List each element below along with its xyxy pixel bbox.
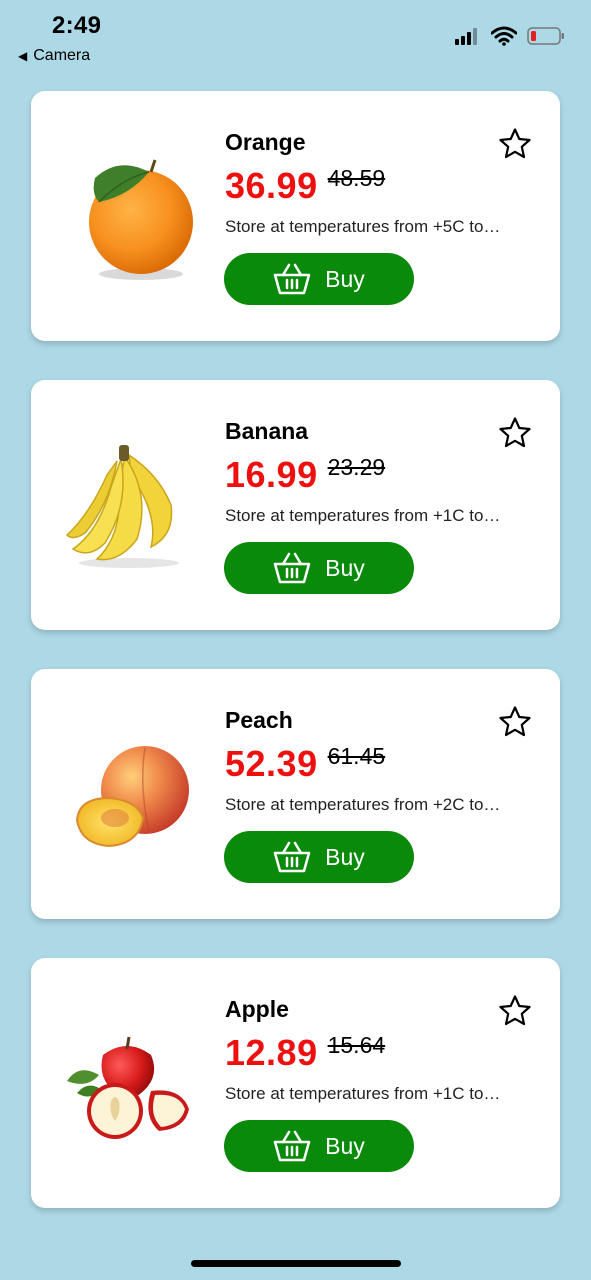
orange-image — [89, 159, 193, 280]
product-name: Orange — [225, 129, 306, 155]
buy-label: Buy — [325, 843, 365, 870]
apple-image — [67, 1036, 189, 1139]
product-old-price: 61.45 — [327, 743, 386, 769]
status-icons — [455, 26, 565, 46]
back-to-camera-link[interactable]: ◀ Camera — [18, 47, 90, 65]
price-row: 52.39 61.45 — [225, 743, 385, 785]
basket-icon — [273, 263, 311, 295]
product-price: 16.99 — [225, 454, 318, 495]
product-price: 12.89 — [225, 1032, 318, 1073]
product-old-price: 48.59 — [327, 165, 386, 191]
favorite-star-icon[interactable] — [498, 127, 532, 161]
product-name: Apple — [225, 996, 289, 1022]
back-label: Camera — [33, 47, 91, 64]
product-name: Banana — [225, 418, 309, 444]
product-list: Orange 36.99 48.59 Store at temperatures… — [31, 91, 560, 1247]
product-card[interactable]: Apple 12.89 15.64 Store at temperatures … — [31, 958, 560, 1208]
basket-icon — [273, 1130, 311, 1162]
product-description: Store at temperatures from +1C to… — [225, 1084, 501, 1103]
home-indicator[interactable] — [191, 1260, 401, 1267]
buy-button[interactable]: Buy — [224, 542, 414, 594]
product-description: Store at temperatures from +1C to… — [225, 506, 501, 525]
favorite-star-icon[interactable] — [498, 416, 532, 450]
basket-icon — [273, 552, 311, 584]
buy-label: Buy — [325, 1132, 365, 1159]
product-old-price: 15.64 — [327, 1032, 386, 1058]
product-price: 52.39 — [225, 743, 318, 784]
product-description: Store at temperatures from +2C to… — [225, 795, 501, 814]
product-description: Store at temperatures from +5C to… — [225, 217, 501, 236]
buy-button[interactable]: Buy — [224, 831, 414, 883]
wifi-icon — [491, 26, 517, 46]
buy-button[interactable]: Buy — [224, 253, 414, 305]
back-arrow-icon: ◀ — [18, 49, 28, 63]
battery-low-icon — [527, 27, 564, 45]
buy-label: Buy — [325, 265, 365, 292]
buy-button[interactable]: Buy — [224, 1120, 414, 1172]
price-row: 36.99 48.59 — [225, 165, 385, 207]
favorite-star-icon[interactable] — [498, 994, 532, 1028]
basket-icon — [273, 841, 311, 873]
peach-image — [75, 746, 189, 848]
price-row: 12.89 15.64 — [225, 1032, 385, 1074]
status-time: 2:49 — [52, 12, 102, 39]
banana-image — [65, 445, 179, 568]
product-card[interactable]: Orange 36.99 48.59 Store at temperatures… — [31, 91, 560, 341]
status-bar: 2:49 ◀ Camera — [0, 0, 591, 80]
product-name: Peach — [225, 707, 293, 733]
price-row: 16.99 23.29 — [225, 454, 385, 496]
product-card[interactable]: Banana 16.99 23.29 Store at temperatures… — [31, 380, 560, 630]
product-card[interactable]: Peach 52.39 61.45 Store at temperatures … — [31, 669, 560, 919]
favorite-star-icon[interactable] — [498, 705, 532, 739]
cellular-signal-icon — [455, 28, 477, 45]
buy-label: Buy — [325, 554, 365, 581]
product-price: 36.99 — [225, 165, 318, 206]
product-old-price: 23.29 — [327, 454, 386, 480]
